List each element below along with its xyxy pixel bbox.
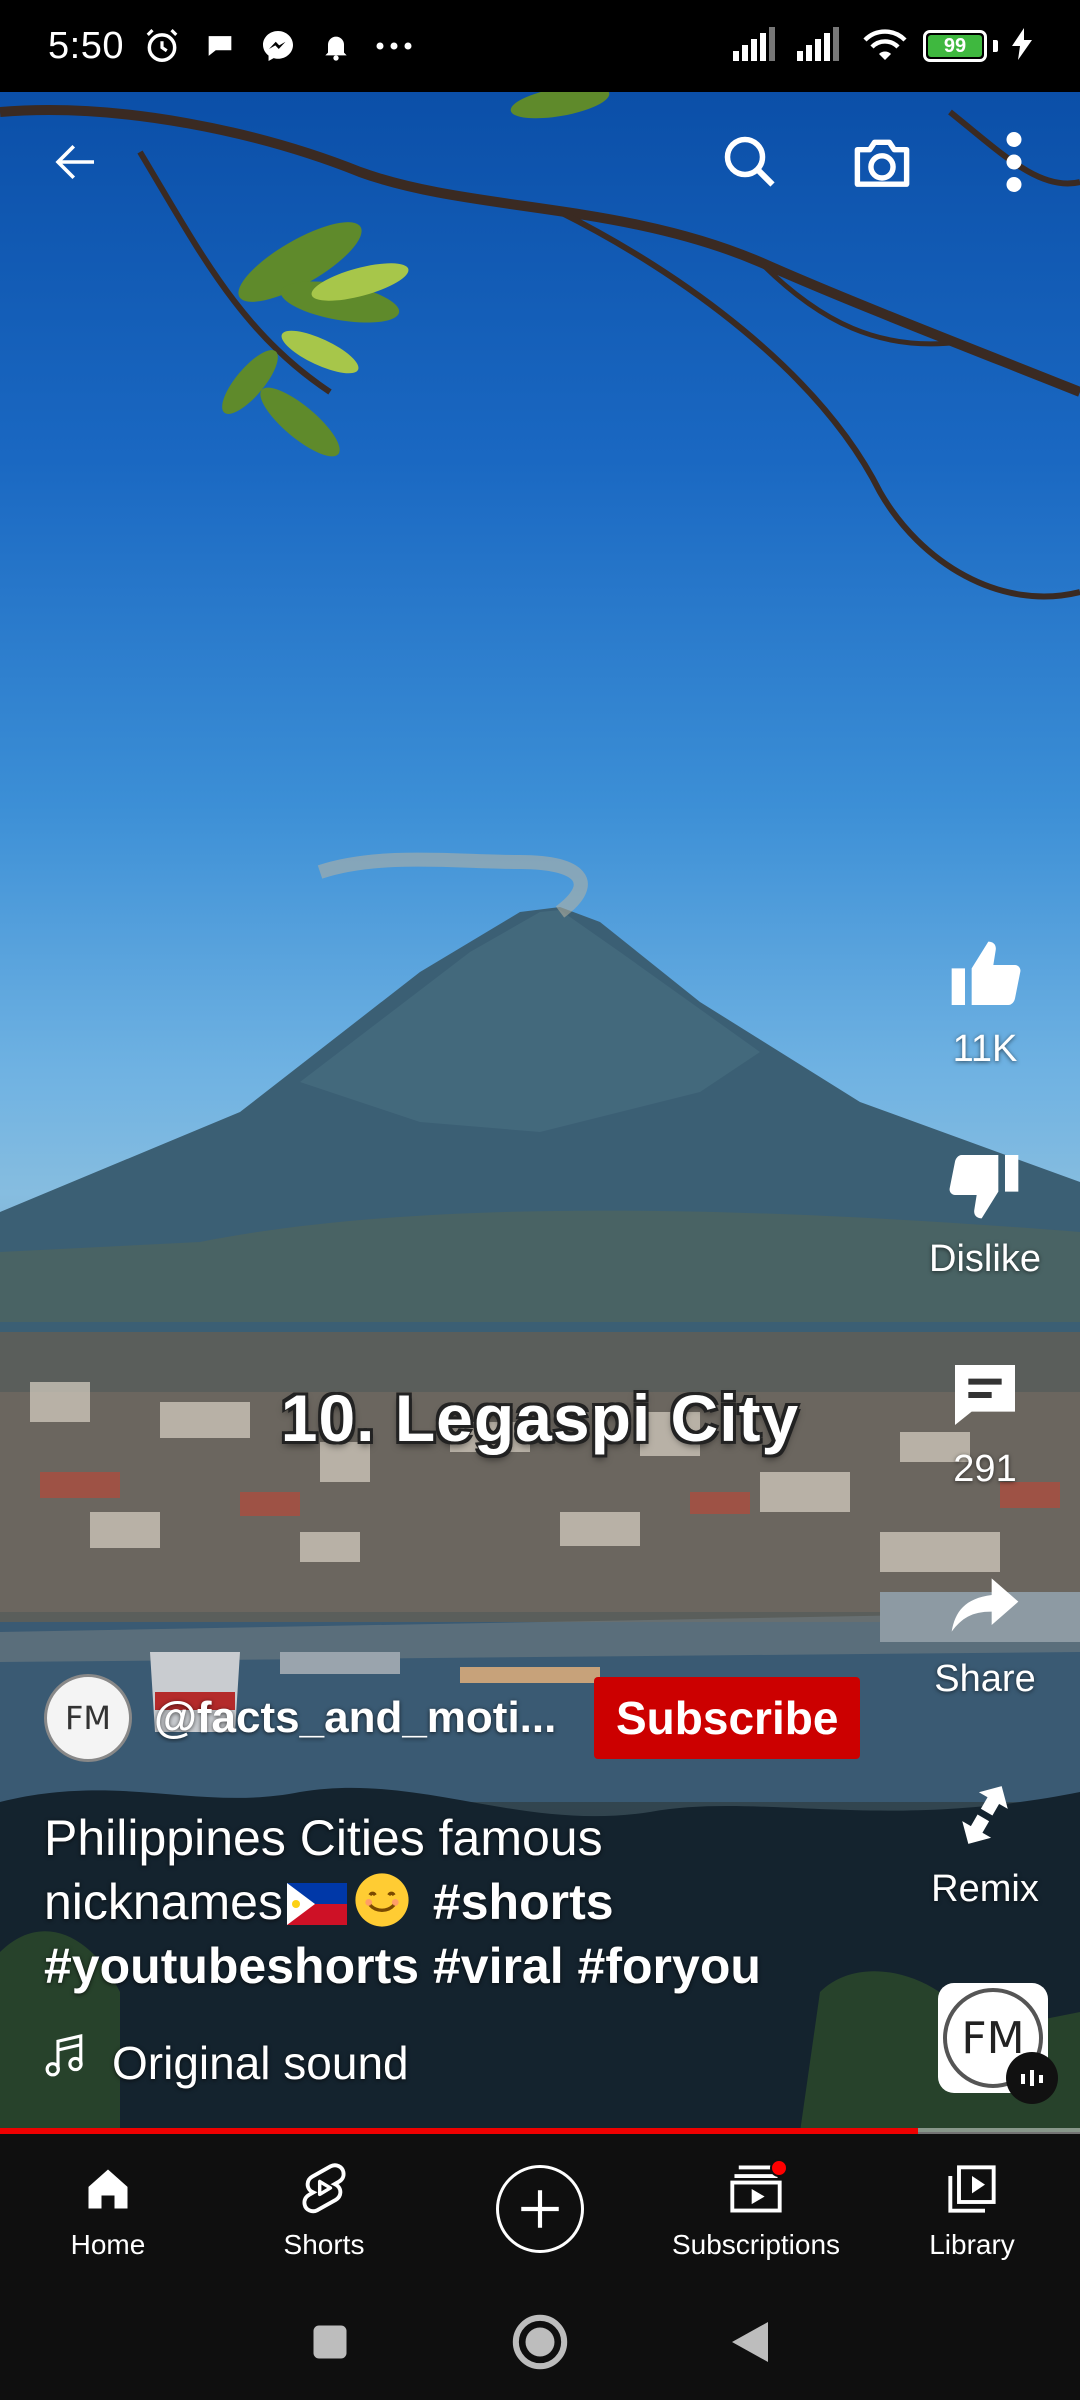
top-controls — [0, 92, 1080, 222]
subscribe-button[interactable]: Subscribe — [594, 1677, 861, 1759]
share-button[interactable]: Share — [934, 1560, 1036, 1770]
camera-icon[interactable] — [842, 122, 922, 202]
more-vert-icon[interactable] — [974, 122, 1054, 202]
back-triangle-icon[interactable] — [715, 2307, 785, 2377]
battery-tip — [993, 40, 998, 52]
battery-level: 99 — [928, 35, 982, 57]
philippines-flag-icon — [287, 1876, 347, 1925]
description-text: nicknames — [44, 1874, 283, 1930]
more-dots-icon — [374, 26, 414, 66]
charging-icon — [1012, 27, 1032, 65]
shorts-icon — [292, 2157, 356, 2221]
nav-library[interactable]: Library — [864, 2134, 1080, 2284]
home-icon — [76, 2157, 140, 2221]
channel-row: FM @facts_and_moti... Subscribe — [44, 1674, 861, 1762]
nav-label: Subscriptions — [671, 2229, 841, 2260]
audio-equalizer-icon — [1006, 2052, 1058, 2104]
alarm-icon — [142, 26, 182, 66]
system-navigation-bar — [0, 2284, 1080, 2400]
hashtag-link[interactable]: #shorts — [433, 1874, 614, 1930]
comment-icon — [940, 1350, 1030, 1440]
wifi-icon — [861, 26, 909, 67]
remix-button[interactable]: Remix — [931, 1770, 1039, 1980]
thumbs-up-icon — [940, 930, 1030, 1020]
status-right: 99 — [733, 26, 1032, 67]
signal-icon — [733, 26, 783, 66]
music-note-icon — [44, 2034, 86, 2091]
signal-icon — [797, 26, 847, 66]
bottom-navigation: Home Shorts Subscriptions Library — [0, 2134, 1080, 2284]
nav-label: Home — [70, 2229, 146, 2260]
dislike-label: Dislike — [929, 1238, 1041, 1280]
like-count: 11K — [952, 1028, 1018, 1070]
remix-icon — [940, 1770, 1030, 1860]
sound-row[interactable]: Original sound — [44, 2034, 409, 2091]
library-icon — [940, 2157, 1004, 2221]
status-bar: 5:50 99 — [0, 0, 1080, 92]
dislike-button[interactable]: Dislike — [929, 1140, 1041, 1350]
create-plus-icon — [496, 2165, 584, 2253]
remix-label: Remix — [931, 1868, 1039, 1910]
hashtag-link[interactable]: #youtubeshorts — [44, 1938, 419, 1994]
hashtag-link[interactable]: #foryou — [578, 1938, 761, 1994]
recents-square-icon[interactable] — [295, 2307, 365, 2377]
messenger-icon — [258, 26, 298, 66]
nav-shorts[interactable]: Shorts — [216, 2134, 432, 2284]
channel-handle[interactable]: @facts_and_moti... — [154, 1693, 574, 1743]
search-icon[interactable] — [710, 122, 790, 202]
video-description[interactable]: Philippines Cities famous nicknames #sho… — [44, 1806, 844, 1998]
comments-button[interactable]: 291 — [940, 1350, 1030, 1560]
share-arrow-icon — [940, 1560, 1030, 1650]
channel-avatar[interactable]: FM — [44, 1674, 132, 1762]
nav-subscriptions[interactable]: Subscriptions — [648, 2134, 864, 2284]
battery-icon: 99 — [923, 30, 998, 62]
like-button[interactable]: 11K — [940, 930, 1030, 1140]
nav-home[interactable]: Home — [0, 2134, 216, 2284]
share-label: Share — [934, 1658, 1036, 1700]
hashtag-link[interactable]: #viral — [433, 1938, 564, 1994]
battery-body: 99 — [923, 30, 987, 62]
subscriptions-icon — [724, 2157, 788, 2221]
sound-label: Original sound — [112, 2036, 409, 2089]
nav-create[interactable] — [432, 2134, 648, 2284]
back-arrow-icon[interactable] — [36, 122, 116, 202]
bell-icon — [316, 26, 356, 66]
nav-label: Shorts — [283, 2229, 365, 2260]
description-text: Philippines Cities famous — [44, 1810, 603, 1866]
chat-bubble-icon — [200, 26, 240, 66]
notification-dot — [770, 2159, 788, 2177]
smiling-face-icon — [353, 1871, 411, 1929]
nav-label: Library — [929, 2229, 1015, 2260]
thumbs-down-icon — [940, 1140, 1030, 1230]
action-rail: 11K Dislike 291 Share Remix — [910, 930, 1060, 1980]
status-time: 5:50 — [48, 24, 124, 67]
status-left: 5:50 — [48, 25, 414, 68]
comment-count: 291 — [953, 1448, 1017, 1490]
home-circle-icon[interactable] — [505, 2307, 575, 2377]
